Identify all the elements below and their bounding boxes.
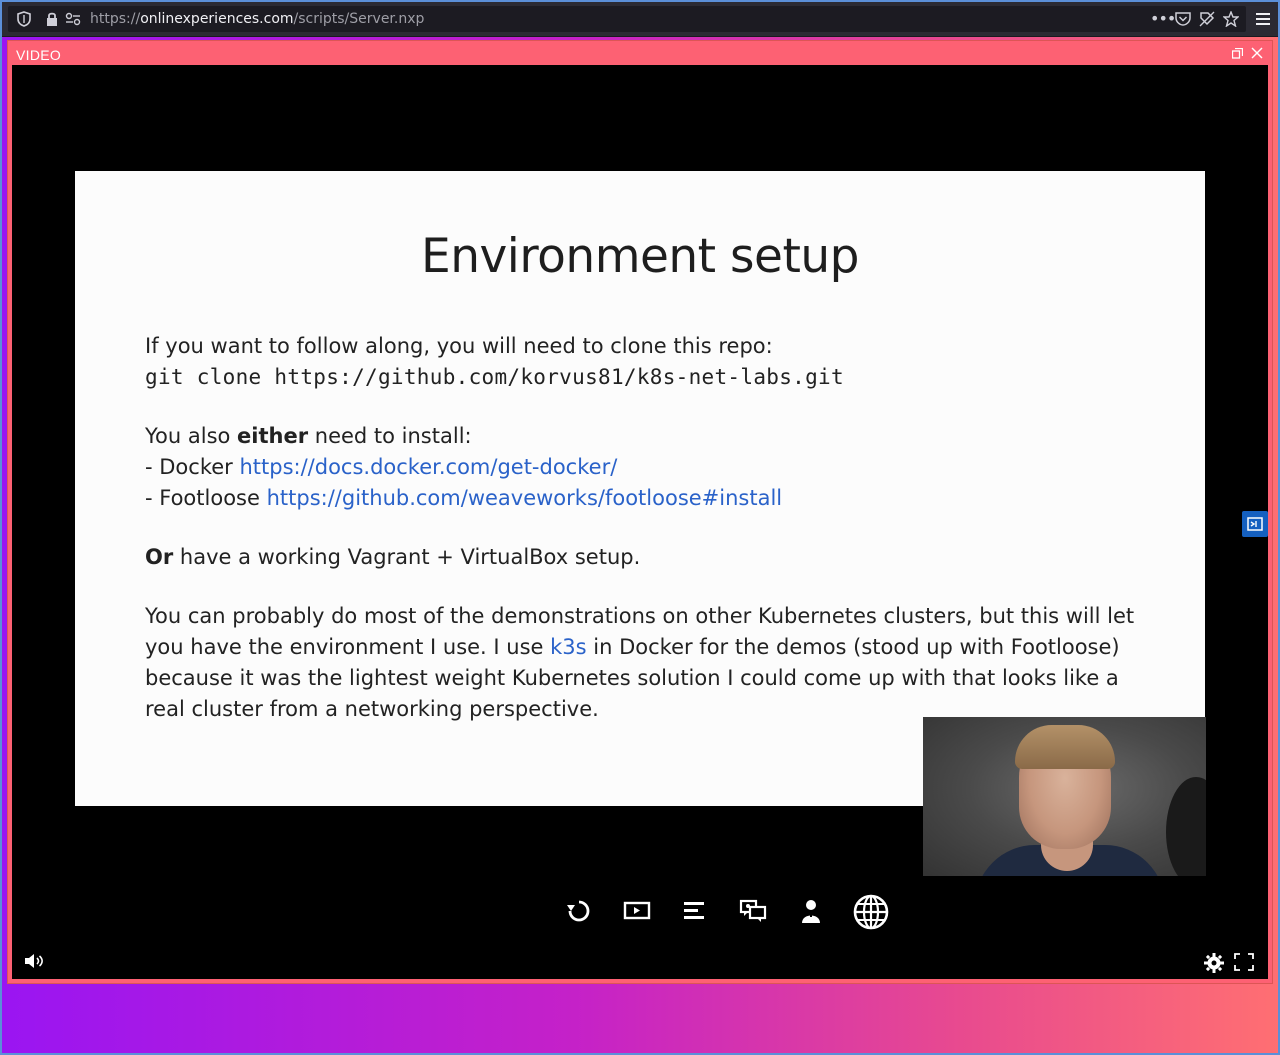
presentation-slide: Environment setup If you want to follow … <box>75 171 1205 806</box>
menu-icon[interactable] <box>1254 8 1272 30</box>
browser-toolbar: https://onlinexperiences.com/scripts/Ser… <box>2 2 1278 37</box>
slide-code-line: git clone https://github.com/korvus81/k8… <box>145 365 844 389</box>
settings-button[interactable] <box>1204 953 1226 975</box>
text-fragment: You also <box>145 424 238 448</box>
presenter-icon <box>802 900 820 923</box>
text-fragment: have a working Vagrant + VirtualBox setu… <box>173 545 641 569</box>
language-globe-icon <box>853 894 889 930</box>
tracker-icon[interactable] <box>1198 6 1216 32</box>
close-icon[interactable] <box>1250 46 1264 60</box>
slide-paragraph: You can probably do most of the demonstr… <box>145 601 1155 725</box>
slide-text-line: If you want to follow along, you will ne… <box>145 334 773 358</box>
footloose-link[interactable]: https://github.com/weaveworks/footloose#… <box>267 486 783 510</box>
bold-text: either <box>237 424 309 448</box>
slide-text-line: - Docker https://docs.docker.com/get-doc… <box>145 452 1155 483</box>
slides-icon <box>623 901 651 920</box>
popout-icon[interactable] <box>1230 46 1244 60</box>
video-panel: VIDEO Environment setup If you want to f… <box>7 40 1273 984</box>
url-text[interactable]: https://onlinexperiences.com/scripts/Ser… <box>90 6 424 32</box>
text-fragment: - Docker <box>145 455 240 479</box>
url-path: /scripts/Server.nxp <box>293 11 425 27</box>
bold-text: Or <box>145 545 174 569</box>
replay-button[interactable] <box>559 891 599 931</box>
replay-icon <box>567 900 590 922</box>
video-player[interactable]: Environment setup If you want to follow … <box>12 65 1268 979</box>
permissions-icon[interactable] <box>64 6 82 32</box>
settings-gear-icon <box>1204 953 1224 973</box>
chat-button[interactable] <box>733 891 773 931</box>
slide-body: If you want to follow along, you will ne… <box>145 331 1155 725</box>
language-button[interactable] <box>848 891 894 931</box>
slide-text-line: You also either need to install: <box>145 421 1155 452</box>
slide-text-line: - Footloose https://github.com/weavework… <box>145 483 1155 514</box>
agenda-icon <box>684 902 704 919</box>
volume-icon <box>25 954 43 968</box>
url-host: onlinexperiences.com <box>140 11 294 27</box>
fullscreen-icon <box>1234 953 1254 971</box>
agenda-button[interactable] <box>675 891 715 931</box>
docker-link[interactable]: https://docs.docker.com/get-docker/ <box>239 455 617 479</box>
presenter-button[interactable] <box>791 891 831 931</box>
webcam-background <box>1166 777 1206 876</box>
slide-text-line: Or have a working Vagrant + VirtualBox s… <box>145 542 1155 573</box>
panel-title: VIDEO <box>16 47 62 63</box>
side-panel-toggle-icon[interactable] <box>1242 511 1268 537</box>
bookmark-star-icon[interactable] <box>1222 6 1240 32</box>
url-bar[interactable]: https://onlinexperiences.com/scripts/Ser… <box>8 6 1246 32</box>
shield-icon[interactable] <box>16 6 32 32</box>
chat-icon <box>739 899 767 922</box>
presenter-webcam <box>923 717 1206 876</box>
slides-button[interactable] <box>617 891 657 931</box>
fullscreen-button[interactable] <box>1234 953 1256 975</box>
k3s-link[interactable]: k3s <box>550 635 586 659</box>
slide-title: Environment setup <box>421 229 860 284</box>
url-scheme: https:// <box>90 11 141 27</box>
pocket-icon[interactable] <box>1174 6 1192 32</box>
lock-icon[interactable] <box>44 6 60 32</box>
text-fragment: need to install: <box>308 424 472 448</box>
presenter-hair <box>1015 725 1115 769</box>
volume-button[interactable] <box>24 953 46 975</box>
text-fragment: - Footloose <box>145 486 267 510</box>
more-icon[interactable]: ••• <box>1150 6 1176 32</box>
